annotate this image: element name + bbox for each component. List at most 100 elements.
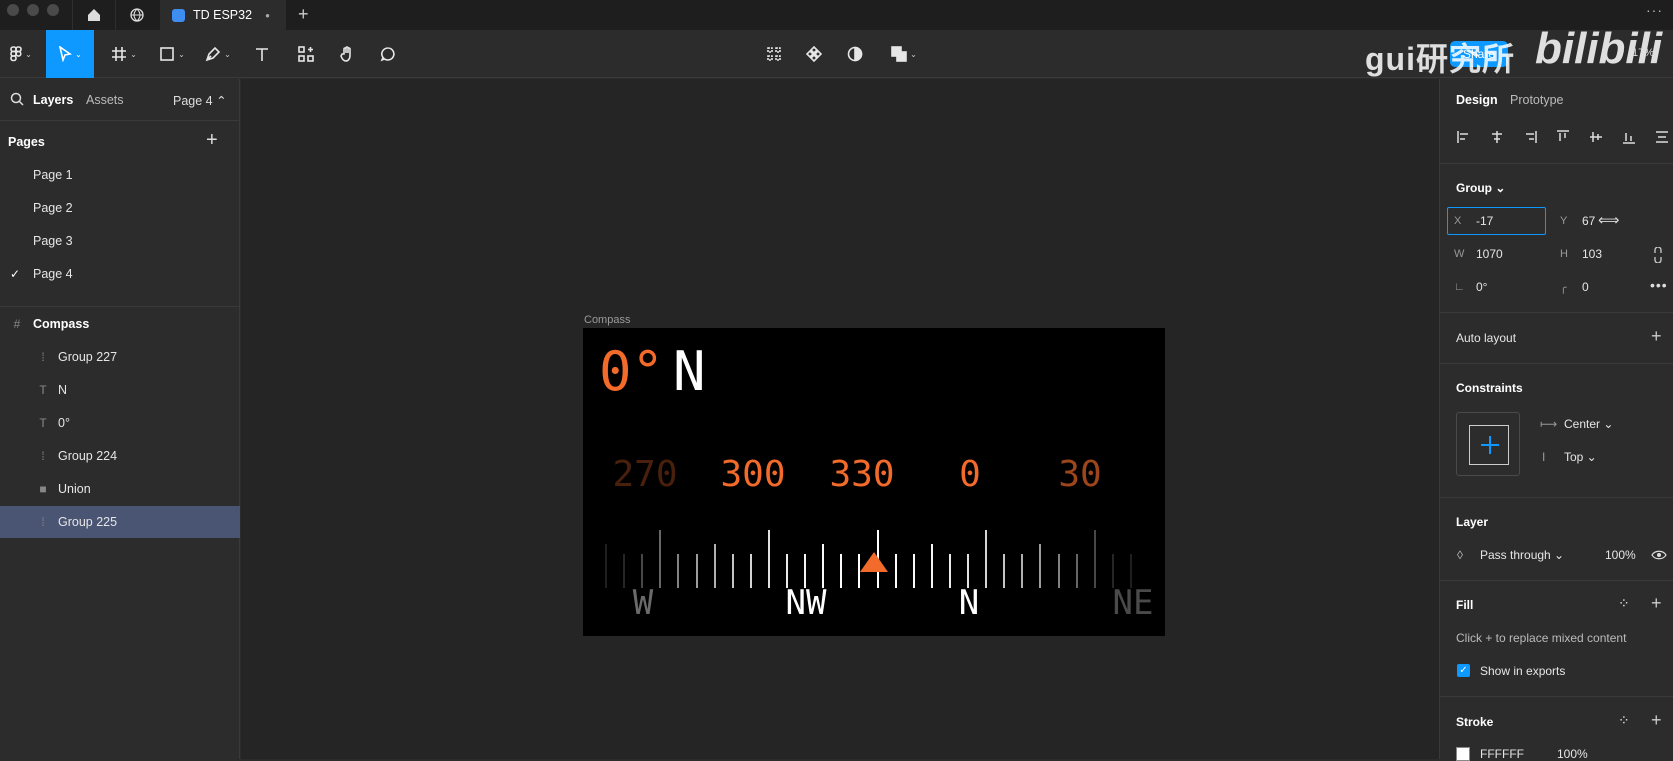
layer-row-frame[interactable]: # Compass <box>0 308 240 340</box>
tab-layers[interactable]: Layers <box>33 93 73 107</box>
add-page-button[interactable]: + <box>206 129 218 152</box>
x-label: X <box>1454 215 1462 227</box>
show-in-exports-checkbox[interactable]: ✓ <box>1457 664 1470 677</box>
tab-prototype[interactable]: Prototype <box>1510 93 1564 107</box>
degree-label: 330 <box>829 454 895 495</box>
corner-radius-field[interactable]: ╭ 0 <box>1560 273 1589 301</box>
properties-panel: Design Prototype Group ⌄ X -17 Y 67 ⟺ W … <box>1439 79 1673 761</box>
mask-button[interactable] <box>843 30 867 78</box>
divider <box>1440 163 1673 164</box>
divider <box>1440 497 1673 498</box>
page-item[interactable]: Page 3 <box>33 234 73 248</box>
height-field[interactable]: H 103 <box>1560 240 1602 268</box>
add-stroke-button[interactable]: + <box>1651 710 1662 731</box>
unsaved-dot-icon: ● <box>265 10 270 20</box>
fill-hint: Click + to replace mixed content <box>1456 631 1627 645</box>
text-tool[interactable] <box>250 30 274 78</box>
eye-icon[interactable] <box>1651 550 1667 560</box>
layer-name: Group 225 <box>58 515 118 529</box>
add-fill-button[interactable]: + <box>1651 593 1662 614</box>
width-field[interactable]: W 1070 <box>1454 240 1503 268</box>
move-tool[interactable]: ⌄ <box>46 30 94 78</box>
align-center-v-icon[interactable] <box>1588 129 1604 145</box>
compass-tick <box>605 544 607 588</box>
home-icon <box>87 9 100 21</box>
cardinal-label: W <box>632 583 654 623</box>
page-item[interactable]: Page 2 <box>33 201 73 215</box>
page-selector[interactable]: Page 4 ⌃ <box>173 93 227 108</box>
layer-row[interactable]: ⁞ Group 227 <box>0 341 240 373</box>
boolean-button[interactable]: ⌄ <box>886 30 922 78</box>
tab-assets[interactable]: Assets <box>86 93 124 107</box>
layer-opacity[interactable]: 100% <box>1605 548 1636 562</box>
constraints-widget[interactable] <box>1456 412 1520 476</box>
layer-row-selected[interactable]: ⁞ Group 225 <box>0 506 240 538</box>
pages-heading: Pages <box>8 135 45 149</box>
window-close-button[interactable] <box>7 4 19 16</box>
frame-label[interactable]: Compass <box>584 314 630 326</box>
frame-tool[interactable]: ⌄ <box>106 30 142 78</box>
layer-row[interactable]: ■ Union <box>0 473 240 505</box>
search-icon[interactable] <box>10 92 24 106</box>
hand-tool[interactable] <box>335 30 359 78</box>
page-item[interactable]: Page 1 <box>33 168 73 182</box>
tab-design[interactable]: Design <box>1456 93 1498 107</box>
divider <box>1440 580 1673 581</box>
align-left-icon[interactable] <box>1456 129 1472 145</box>
page-item-current[interactable]: Page 4 <box>33 267 73 281</box>
layer-name: Compass <box>33 317 90 331</box>
heading-degrees: 0° <box>599 340 665 403</box>
compass-tick <box>1093 530 1096 588</box>
tab-bar: TD ESP32 ● + ··· <box>0 0 1673 30</box>
align-center-h-icon[interactable] <box>1489 129 1505 145</box>
more-icon[interactable]: ··· <box>1646 2 1663 18</box>
heading-pointer-icon <box>860 552 888 572</box>
w-value: 1070 <box>1476 247 1503 261</box>
window-minimize-button[interactable] <box>27 4 39 16</box>
y-position-field[interactable]: Y 67 <box>1560 207 1595 235</box>
compass-tick <box>713 544 716 588</box>
group-heading[interactable]: Group ⌄ <box>1456 181 1505 195</box>
comment-tool[interactable] <box>376 30 400 78</box>
resources-tool[interactable] <box>294 30 318 78</box>
main-menu-button[interactable]: ⌄ <box>4 30 38 78</box>
constrain-proportions-icon[interactable] <box>1653 247 1663 263</box>
watermark-text: gui研究所 <box>1365 41 1515 77</box>
zoom-level[interactable]: 17% <box>1632 47 1654 59</box>
distribute-icon[interactable] <box>1654 129 1670 145</box>
align-bottom-icon[interactable] <box>1621 129 1637 145</box>
window-zoom-button[interactable] <box>47 4 59 16</box>
style-grid-icon[interactable]: ⁘ <box>1618 595 1630 612</box>
community-tab[interactable] <box>115 0 157 30</box>
vertical-constraint-select[interactable]: Top ⌄ <box>1564 450 1597 464</box>
contrast-icon <box>847 46 863 62</box>
new-tab-button[interactable]: + <box>298 4 309 25</box>
compass-frame[interactable]: 0° N 270 300 330 0 30 W NW N NE <box>583 328 1165 636</box>
style-grid-icon[interactable]: ⁘ <box>1618 712 1630 729</box>
layer-row[interactable]: T 0° <box>0 407 240 439</box>
layer-heading: Layer <box>1456 515 1489 529</box>
resize-cursor-icon: ⟺ <box>1598 212 1620 229</box>
align-right-icon[interactable] <box>1522 129 1538 145</box>
add-auto-layout-button[interactable]: + <box>1651 326 1662 347</box>
fill-heading: Fill <box>1456 598 1474 612</box>
file-tab[interactable]: TD ESP32 ● <box>160 0 286 30</box>
home-tab[interactable] <box>72 0 114 30</box>
more-options-icon[interactable]: ••• <box>1650 277 1668 293</box>
layer-row[interactable]: ⁞ Group 224 <box>0 440 240 472</box>
pen-tool[interactable]: ⌄ <box>200 30 236 78</box>
group-layer-icon: ⁞ <box>41 350 45 364</box>
create-component-button[interactable] <box>762 30 786 78</box>
align-top-icon[interactable] <box>1555 129 1571 145</box>
rotation-field[interactable]: ∟ 0° <box>1454 273 1487 301</box>
shape-tool[interactable]: ⌄ <box>154 30 190 78</box>
x-position-field[interactable]: X -17 <box>1447 207 1546 235</box>
layer-row[interactable]: T N <box>0 374 240 406</box>
components-icon <box>298 46 314 62</box>
blend-mode-select[interactable]: Pass through ⌄ <box>1480 548 1564 562</box>
component-button[interactable] <box>802 30 826 78</box>
horizontal-constraint-select[interactable]: Center ⌄ <box>1564 417 1613 431</box>
layers-panel: Layers Assets Page 4 ⌃ Pages + Page 1 Pa… <box>0 79 240 759</box>
compass-tick <box>1057 554 1060 588</box>
layer-name: Union <box>58 482 91 496</box>
